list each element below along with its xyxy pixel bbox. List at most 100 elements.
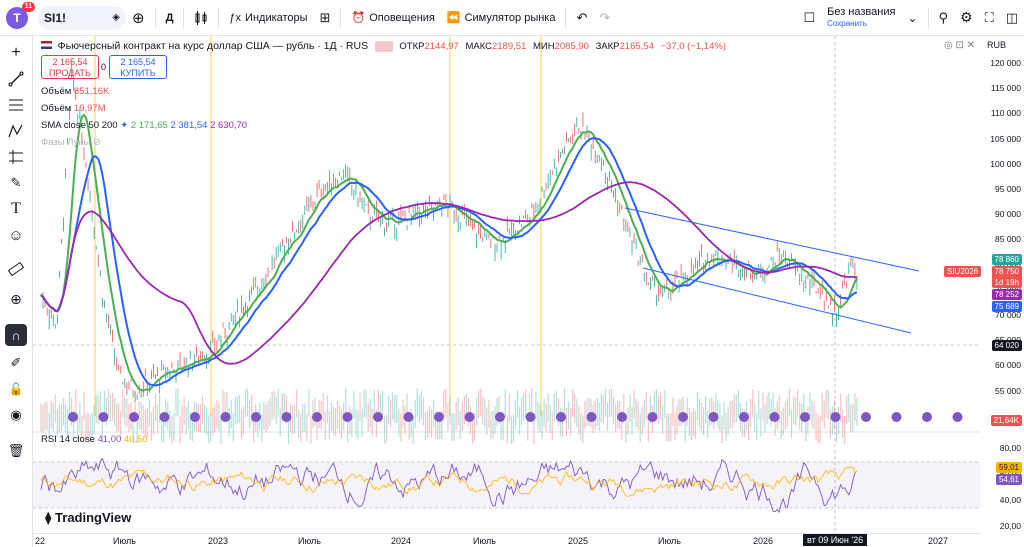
volume-bar <box>731 399 733 428</box>
volume-bar <box>668 414 670 443</box>
layout-menu-icon[interactable]: ⌄ <box>901 4 923 32</box>
volume-bar <box>298 409 300 438</box>
volume-bar <box>613 396 615 425</box>
buy-button[interactable]: 2 165,54 КУПИТЬ <box>109 55 167 79</box>
time-axis[interactable]: 22 Июль 2023 Июль 2024 Июль 2025 Июль 2026 2027 вт… <box>33 533 981 547</box>
replay-button[interactable]: ⏪ Симулятор рынка <box>441 4 562 32</box>
settings-icon[interactable]: ⚙ <box>954 4 979 32</box>
volume-bar <box>142 405 144 434</box>
hidden-eye-icon[interactable]: ⊘ <box>93 137 101 148</box>
volume-bar <box>821 393 823 422</box>
volume-bar <box>482 396 484 425</box>
volume-bar <box>508 394 510 423</box>
volume-bar <box>148 398 150 427</box>
sell-button[interactable]: 2 165,54 ПРОДАТЬ <box>41 55 99 79</box>
symbol-title[interactable]: Фьючерсный контракт на курс доллар США —… <box>58 40 368 52</box>
moon-phase-legend[interactable]: Фазы Луны ⊘ <box>41 137 101 148</box>
volume-bar <box>631 406 633 435</box>
fib-icon[interactable] <box>5 94 27 116</box>
pattern-icon[interactable] <box>5 120 27 142</box>
ruler-icon[interactable] <box>5 258 27 280</box>
volume-bar <box>792 396 795 425</box>
trash-icon[interactable]: 🗑 <box>5 440 27 462</box>
volume-bar <box>600 393 602 422</box>
volume-bar <box>549 405 551 434</box>
moon-marker <box>342 412 353 422</box>
volume-bar <box>547 393 549 422</box>
volume-bar <box>445 388 447 417</box>
volume-bar <box>365 390 367 419</box>
volume-bar <box>400 413 402 442</box>
symbol-options-icon[interactable]: ◈ <box>112 12 120 23</box>
layout-icon[interactable]: ☐ <box>797 4 821 32</box>
templates-icon[interactable]: ⊞ <box>314 4 337 32</box>
volume-bar <box>602 395 604 424</box>
volume-bar <box>116 403 118 432</box>
magnet-icon[interactable]: ∩ <box>5 324 27 346</box>
snapshot-icon[interactable]: ◫ <box>1000 4 1024 32</box>
chart-area[interactable]: Фьючерсный контракт на курс доллар США —… <box>33 36 981 533</box>
symbol-tag: SIU2026 <box>944 266 982 277</box>
moon-marker <box>434 412 444 422</box>
time-tick: 2024 <box>391 536 412 546</box>
volume-bar <box>50 400 52 429</box>
volume-bar <box>842 409 844 438</box>
prediction-icon[interactable] <box>5 146 27 168</box>
fullscreen-icon[interactable]: ⛶ <box>979 4 1000 32</box>
trendline-icon[interactable] <box>5 68 27 90</box>
volume-bar <box>357 410 359 439</box>
redo-icon[interactable]: ↷ <box>593 4 616 32</box>
currency-label[interactable]: RUB <box>987 40 1006 50</box>
brush-icon[interactable]: ✎ <box>5 172 27 194</box>
volume-legend-1[interactable]: Объём 851,16K <box>41 86 109 97</box>
quick-search-icon[interactable]: ⚲ <box>933 4 955 32</box>
volume-bar <box>428 405 431 434</box>
volume-bar <box>371 408 373 437</box>
volume-bar <box>784 401 786 430</box>
volume-bar <box>570 408 572 437</box>
moon-marker <box>495 412 505 422</box>
undo-icon[interactable]: ↶ <box>570 4 593 32</box>
eye-icon[interactable]: ◉ <box>5 404 27 426</box>
volume-bar <box>386 414 388 443</box>
alarm-icon: ⏰ <box>351 12 366 24</box>
candle-type-icon[interactable] <box>188 4 214 32</box>
text-icon[interactable]: T <box>5 198 27 220</box>
volume-bar <box>856 397 858 426</box>
volume-bar <box>817 414 819 443</box>
volume-bar <box>686 397 688 426</box>
volume-bar <box>829 410 831 439</box>
crosshair-icon[interactable]: + <box>5 42 27 64</box>
volume-bar <box>246 388 249 417</box>
compare-icon[interactable]: ⊕ <box>126 4 151 32</box>
price-chart-canvas[interactable] <box>33 36 981 533</box>
lock-icon[interactable]: 🔓 <box>5 378 27 400</box>
indicators-button[interactable]: ƒx Индикаторы <box>223 4 313 32</box>
volume-bar <box>334 408 337 437</box>
volume-legend-2[interactable]: Объём 19,97M <box>41 103 106 114</box>
sma-legend[interactable]: SMA close 50 200 ✦ 2 171,65 2 381,54 2 6… <box>41 120 247 131</box>
volume-bar <box>461 402 463 431</box>
zoom-in-icon[interactable]: ⊕ <box>5 288 27 310</box>
volume-bar <box>825 389 827 418</box>
chart-settings-icon[interactable]: ◎ ⊡ ✕ <box>944 40 975 51</box>
volume-bar <box>433 399 435 428</box>
price-axis[interactable]: RUB 120 000 115 000 110 000 105 000 100 000 9… <box>981 36 1024 547</box>
user-avatar[interactable]: T 11 <box>6 1 35 29</box>
volume-bar <box>615 404 617 433</box>
symbol-search[interactable]: SI1! ◈ <box>38 5 126 30</box>
time-tick: Июль <box>473 536 496 546</box>
volume-bar <box>328 411 330 440</box>
moon-marker <box>464 412 475 422</box>
emoji-icon[interactable]: ☺ <box>5 224 27 246</box>
lock-drawings-icon[interactable]: ✐ <box>5 352 27 374</box>
rsi-legend[interactable]: RSI 14 close 41,00 40,50 <box>41 434 148 445</box>
tag-last: 78 750 1d 19h <box>991 266 1022 288</box>
volume-bar <box>846 395 848 424</box>
volume-bar <box>42 404 44 433</box>
price-tick: 100 000 <box>990 158 1021 169</box>
interval-button[interactable]: Д <box>160 4 180 32</box>
alerts-button[interactable]: ⏰ Оповещения <box>345 4 440 32</box>
volume-bar <box>236 396 238 425</box>
layout-name-button[interactable]: Без названия Сохранить <box>821 4 901 32</box>
